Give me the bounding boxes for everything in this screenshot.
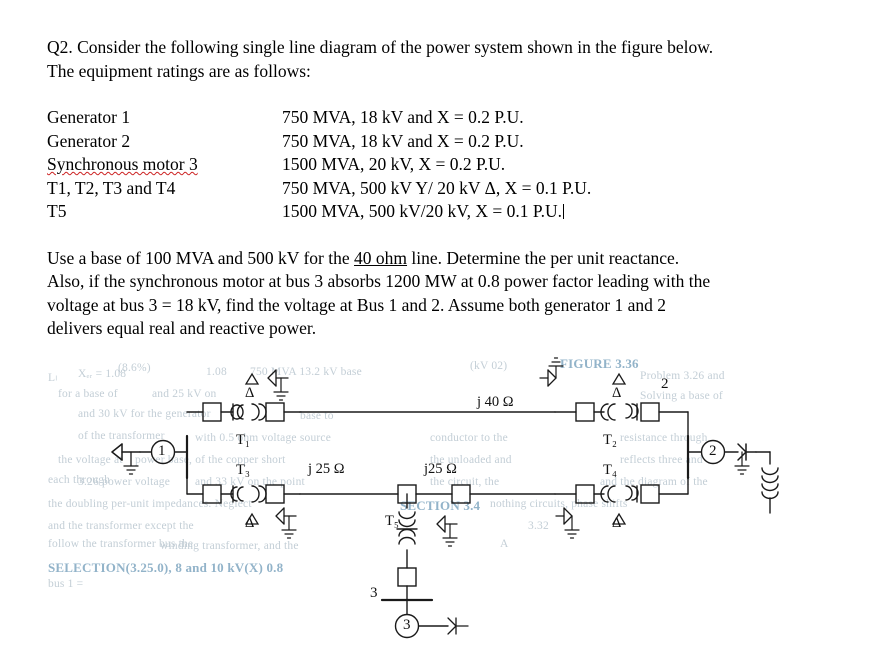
equipment-ratings-table: Generator 1 750 MVA, 18 kV and X = 0.2 P…	[47, 106, 837, 224]
document-page: Q2. Consider the following single line d…	[0, 0, 889, 666]
body-text-underlined: 40 ohm	[354, 247, 408, 268]
rating-label: Synchronous motor 3	[47, 153, 282, 177]
line-label-j25-right: j25 Ω	[424, 461, 457, 477]
delta-symbol-left-top: Δ	[245, 385, 255, 401]
rating-label: Generator 1	[47, 107, 131, 127]
diagram-label-num2: 2	[661, 376, 669, 392]
text-cursor	[563, 204, 565, 219]
rating-value: 750 MVA, 18 kV and X = 0.2 P.U.	[282, 130, 524, 151]
rating-value-text: 1500 MVA, 500 kV/20 kV, X = 0.1 P.U.	[282, 201, 563, 221]
rating-value: 750 MVA, 18 kV and X = 0.2 P.U.	[282, 107, 524, 127]
bus-label-3: 3	[403, 617, 411, 633]
question-intro-line-2: The equipment ratings are as follows:	[47, 60, 311, 81]
body-text-b: line. Determine the per unit reactance.	[407, 247, 680, 268]
question-body-line-4: delivers equal real and reactive power.	[47, 318, 317, 338]
transformer-label-t4: T₄	[603, 462, 617, 478]
rating-label: Generator 2	[47, 130, 131, 151]
question-intro-line-1: Q2. Consider the following single line d…	[47, 37, 714, 57]
rating-row: T5 1500 MVA, 500 kV/20 kV, X = 0.1 P.U.	[47, 200, 837, 224]
question-body-line-2: Also, if the synchronous motor at bus 3 …	[47, 271, 711, 291]
rating-value: 750 MVA, 500 kV Y/ 20 kV Δ, X = 0.1 P.U.	[282, 177, 592, 198]
transformer-label-t5: T₅	[385, 513, 399, 529]
question-body-line-3: voltage at bus 3 = 18 kV, find the volta…	[47, 294, 667, 315]
rating-label: T1, T2, T3 and T4	[47, 177, 176, 198]
delta-symbol-right-top: Δ	[612, 385, 622, 401]
body-text-a: Use a base of 100 MVA and 500 kV for the	[47, 247, 355, 268]
bus-label-1: 1	[158, 443, 166, 459]
transformer-label-t1: T₁	[236, 432, 250, 448]
rating-value: 1500 MVA, 20 kV, X = 0.2 P.U.	[282, 154, 506, 174]
rating-label: T5	[47, 201, 67, 221]
delta-symbol-left-bottom: Δ	[245, 515, 255, 531]
question-text-block: Q2. Consider the following single line d…	[47, 36, 837, 341]
bus-label-3-side: 3	[370, 585, 378, 601]
rating-label-text: Synchronous motor 3	[47, 154, 198, 174]
rating-row: T1, T2, T3 and T4 750 MVA, 500 kV Y/ 20 …	[47, 177, 837, 201]
rating-row: Synchronous motor 3 1500 MVA, 20 kV, X =…	[47, 153, 837, 177]
transformer-label-t3: T₃	[236, 462, 250, 478]
diagram-svg	[111, 357, 779, 639]
rating-value: 1500 MVA, 500 kV/20 kV, X = 0.1 P.U.	[282, 200, 837, 224]
rating-row: Generator 2 750 MVA, 18 kV and X = 0.2 P…	[47, 130, 837, 154]
single-line-diagram: (8.6%) 1.08 (kV 02) FIGURE 3.36 Lₗ Xₑᵣ = 1.08…	[0, 348, 889, 666]
rating-row: Generator 1 750 MVA, 18 kV and X = 0.2 P…	[47, 106, 837, 130]
transformer-label-t2: T₂	[603, 432, 617, 448]
delta-symbol-right-bottom: Δ	[612, 515, 622, 531]
diagram-label-line-j40: j 40 Ω	[477, 394, 514, 410]
question-body-line-1: Use a base of 100 MVA and 500 kV for the…	[47, 247, 837, 271]
bus-label-2: 2	[709, 443, 717, 459]
line-label-j25-left: j 25 Ω	[308, 461, 345, 477]
